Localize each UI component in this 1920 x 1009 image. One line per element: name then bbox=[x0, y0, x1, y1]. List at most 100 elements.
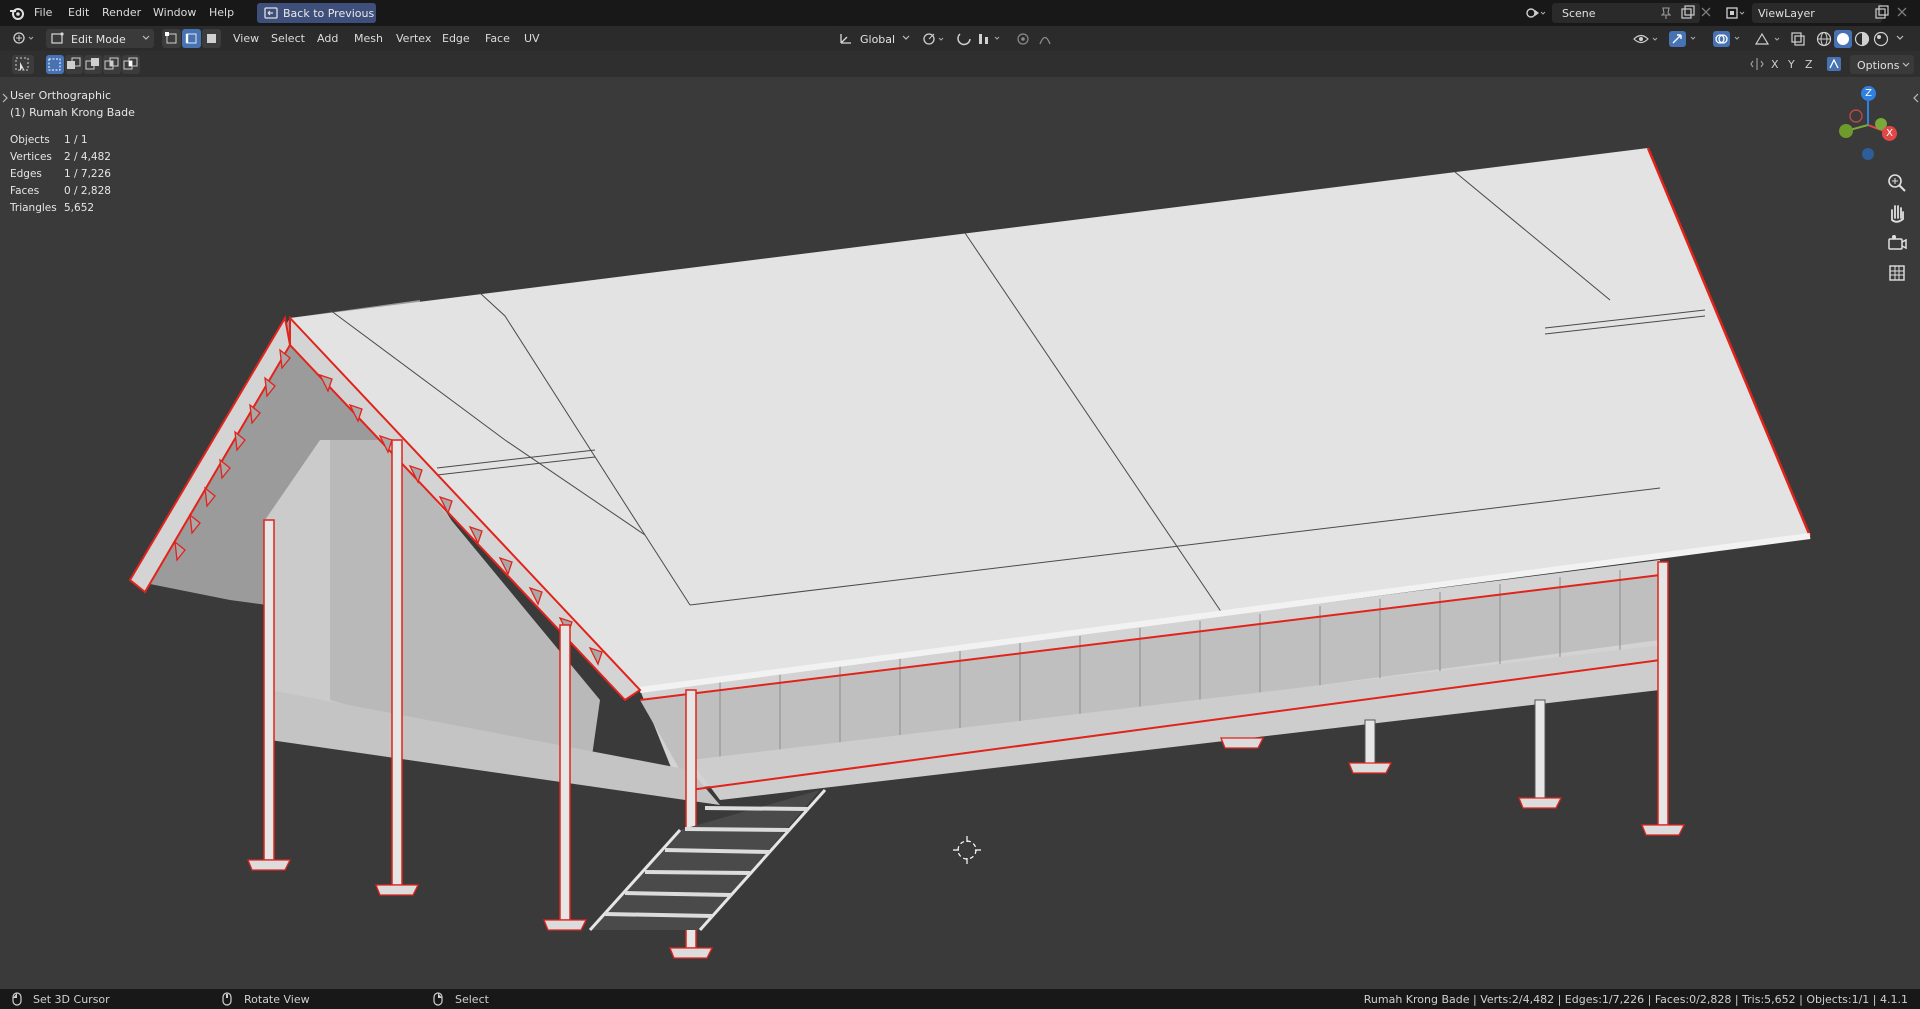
mouse-right-icon bbox=[433, 992, 443, 1006]
select-mode-intersect-button[interactable] bbox=[122, 55, 140, 74]
menu-file[interactable]: File bbox=[34, 6, 52, 19]
stat-value: 1 / 1 bbox=[64, 134, 88, 146]
edge-select-mode-button[interactable] bbox=[182, 29, 201, 48]
gizmo-toggle-icon[interactable] bbox=[1668, 30, 1700, 48]
pan-hand-icon[interactable] bbox=[1884, 200, 1910, 226]
blender-logo-icon[interactable] bbox=[9, 5, 25, 21]
back-to-previous-button[interactable]: Back to Previous bbox=[257, 3, 376, 23]
mode-selector[interactable]: Edit Mode bbox=[46, 29, 154, 48]
menu-render[interactable]: Render bbox=[102, 6, 141, 19]
status-bar: Set 3D Cursor Rotate View Select Rumah K… bbox=[0, 989, 1920, 1009]
select-mode-subtract-button[interactable] bbox=[84, 55, 102, 74]
scene-statistics: Rumah Krong Bade | Verts:2/4,482 | Edges… bbox=[1363, 993, 1908, 1006]
menu-edit[interactable]: Edit bbox=[68, 6, 89, 19]
mirror-axis-z[interactable]: Z bbox=[1805, 58, 1813, 71]
delete-scene-icon[interactable] bbox=[1700, 6, 1712, 18]
scene-selector-icon[interactable] bbox=[1526, 6, 1546, 20]
gizmo-z-axis[interactable]: Z bbox=[1861, 86, 1876, 101]
snap-icon[interactable] bbox=[957, 31, 1005, 47]
view-layer-field[interactable]: ViewLayer bbox=[1752, 3, 1882, 23]
stat-label: Triangles bbox=[10, 202, 57, 214]
back-to-previous-label: Back to Previous bbox=[283, 7, 375, 20]
menu-face[interactable]: Face bbox=[485, 32, 510, 45]
camera-view-icon[interactable] bbox=[1884, 230, 1910, 256]
orientation-icon bbox=[839, 32, 853, 45]
stat-value: 0 / 2,828 bbox=[64, 185, 111, 197]
delete-view-layer-icon[interactable] bbox=[1896, 6, 1908, 18]
3d-viewport[interactable]: User Orthographic (1) Rumah Krong Bade O… bbox=[0, 77, 1920, 989]
tool-settings-bar: X Y Z Options bbox=[0, 51, 1920, 77]
mouse-middle-icon bbox=[222, 992, 232, 1006]
orthographic-grid-icon[interactable] bbox=[1884, 260, 1910, 286]
solid-shading-icon[interactable] bbox=[1834, 30, 1852, 48]
material-shading-icon[interactable] bbox=[1853, 30, 1871, 48]
select-mode-new-button[interactable] bbox=[46, 55, 64, 74]
menu-uv[interactable]: UV bbox=[524, 32, 540, 45]
xray-toggle-icon[interactable] bbox=[1790, 31, 1806, 47]
pin-icon[interactable] bbox=[1660, 6, 1672, 20]
edit-mode-icon bbox=[51, 32, 65, 45]
mirror-axis-y[interactable]: Y bbox=[1788, 58, 1795, 71]
status-hint-middle: Rotate View bbox=[244, 993, 310, 1006]
wireframe-shading-icon[interactable] bbox=[1815, 30, 1833, 48]
options-dropdown[interactable]: Options bbox=[1850, 55, 1914, 74]
chevron-down-icon bbox=[1902, 62, 1910, 68]
new-scene-icon[interactable] bbox=[1680, 5, 1696, 21]
select-mode-extend-button[interactable] bbox=[65, 55, 83, 74]
menu-view[interactable]: View bbox=[233, 32, 259, 45]
chevron-down-icon bbox=[902, 35, 910, 41]
transform-orientation-dropdown[interactable]: Global bbox=[836, 29, 914, 48]
menu-vertex[interactable]: Vertex bbox=[396, 32, 431, 45]
mirror-axis-x[interactable]: X bbox=[1771, 58, 1779, 71]
shading-options-chevron-icon[interactable] bbox=[1896, 35, 1904, 41]
editor-type-icon[interactable] bbox=[12, 31, 38, 45]
stat-value: 5,652 bbox=[64, 202, 95, 214]
proportional-editing-icon[interactable] bbox=[1016, 31, 1060, 47]
stat-label: Faces bbox=[10, 185, 40, 197]
view-name: User Orthographic bbox=[10, 89, 112, 102]
sidebar-toggle-chevron-icon[interactable] bbox=[1912, 93, 1920, 103]
top-menu-bar: File Edit Render Window Help Back to Pre… bbox=[0, 0, 1920, 26]
screen-back-icon bbox=[264, 7, 278, 19]
menu-select[interactable]: Select bbox=[271, 32, 305, 45]
mesh-edit-overlays-icon[interactable] bbox=[1754, 31, 1784, 47]
auto-merge-icon[interactable] bbox=[1826, 56, 1842, 72]
gizmo-x-axis[interactable]: X bbox=[1882, 126, 1897, 141]
toolbar-toggle-chevron-icon[interactable] bbox=[2, 93, 8, 103]
menu-mesh[interactable]: Mesh bbox=[354, 32, 383, 45]
status-hint-right: Select bbox=[455, 993, 489, 1006]
stat-label: Edges bbox=[10, 168, 42, 180]
stat-label: Objects bbox=[10, 134, 50, 146]
active-tool-button[interactable] bbox=[12, 55, 34, 74]
overlays-toggle-icon[interactable] bbox=[1712, 30, 1744, 48]
zoom-button[interactable] bbox=[1884, 170, 1910, 196]
mode-label: Edit Mode bbox=[71, 33, 126, 46]
mirror-options-icon[interactable] bbox=[1750, 57, 1764, 71]
vertex-select-mode-button[interactable] bbox=[162, 29, 181, 48]
navigation-gizmo[interactable]: Z X bbox=[1826, 86, 1906, 167]
stat-value: 1 / 7,226 bbox=[64, 168, 111, 180]
stat-value: 2 / 4,482 bbox=[64, 151, 111, 163]
menu-edge[interactable]: Edge bbox=[442, 32, 470, 45]
stat-label: Vertices bbox=[10, 151, 52, 163]
house-model-render bbox=[128, 147, 1812, 959]
menu-add[interactable]: Add bbox=[317, 32, 338, 45]
menu-window[interactable]: Window bbox=[153, 6, 196, 19]
scene-name-field[interactable]: Scene bbox=[1552, 3, 1700, 23]
menu-help[interactable]: Help bbox=[209, 6, 234, 19]
scene-name: Scene bbox=[1562, 7, 1596, 20]
rendered-shading-icon[interactable] bbox=[1872, 30, 1890, 48]
orientation-label: Global bbox=[860, 33, 896, 46]
new-view-layer-icon[interactable] bbox=[1874, 5, 1890, 21]
mouse-left-icon bbox=[12, 992, 22, 1006]
options-label: Options bbox=[1857, 59, 1900, 72]
selectability-visibility-icon[interactable] bbox=[1632, 31, 1662, 47]
3d-cursor-icon bbox=[953, 836, 981, 864]
view-layer-icon[interactable] bbox=[1726, 6, 1746, 20]
face-select-mode-button[interactable] bbox=[202, 29, 221, 48]
pivot-point-icon[interactable] bbox=[922, 32, 950, 46]
view-layer-name: ViewLayer bbox=[1758, 7, 1815, 20]
status-hint-left: Set 3D Cursor bbox=[33, 993, 110, 1006]
select-mode-invert-button[interactable] bbox=[103, 55, 121, 74]
chevron-down-icon bbox=[142, 35, 150, 41]
